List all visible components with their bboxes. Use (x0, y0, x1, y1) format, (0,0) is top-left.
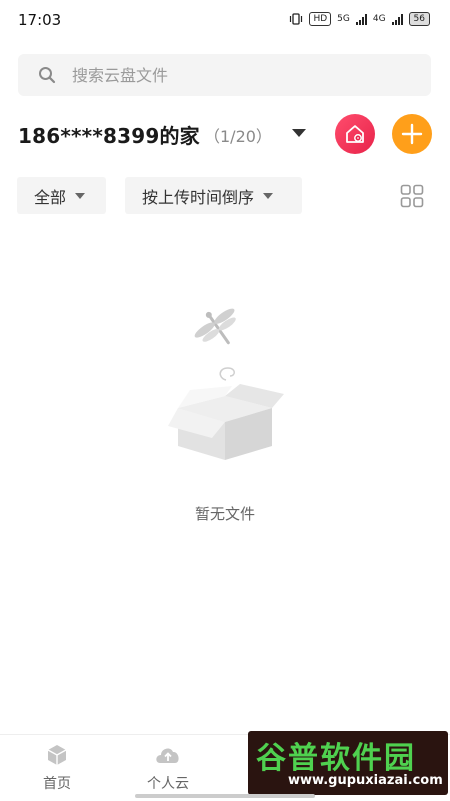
sort-dropdown[interactable]: 按上传时间倒序 (125, 177, 302, 214)
sort-label: 按上传时间倒序 (142, 187, 255, 207)
signal-icon (355, 13, 367, 25)
watermark-url: www.gupuxiazai.com (288, 773, 443, 788)
status-time: 17:03 (18, 11, 62, 29)
cloud-upload-icon (156, 748, 179, 763)
add-button[interactable] (392, 114, 432, 154)
nav-label-personal-cloud: 个人云 (147, 776, 189, 792)
empty-state-text: 暂无文件 (194, 505, 255, 523)
watermark-text: 谷普软件园 (256, 741, 416, 776)
cube-icon (47, 745, 67, 765)
signal-icon-2 (391, 13, 403, 25)
grid-view-icon[interactable] (400, 184, 424, 208)
status-icons: HD 5G 4G 56 (289, 12, 430, 26)
home-title[interactable]: 186****8399的家 (18, 120, 200, 149)
search-input[interactable] (72, 65, 372, 85)
battery-icon: 56 (408, 12, 430, 26)
chevron-down-icon[interactable] (292, 129, 306, 137)
plus-icon (401, 123, 423, 145)
filter-all-label: 全部 (34, 187, 67, 207)
nav-item-home[interactable]: 首页 (22, 743, 92, 793)
home-settings-button[interactable] (335, 114, 375, 154)
status-bar: 17:03 HD 5G 4G 56 (0, 0, 450, 42)
filter-all-dropdown[interactable]: 全部 (17, 177, 106, 214)
net-4g-label: 4G (372, 14, 386, 24)
dragonfly-icon (194, 308, 236, 345)
home-header: 186****8399的家 （1/20） (18, 114, 432, 154)
watermark: 谷普软件园 www.gupuxiazai.com (248, 731, 448, 795)
nav-label-home: 首页 (43, 776, 71, 792)
home-gear-icon (346, 125, 364, 143)
home-count: （1/20） (204, 127, 272, 146)
nav-item-personal-cloud[interactable]: 个人云 (133, 743, 203, 793)
search-bar[interactable] (18, 54, 431, 96)
vibrate-icon (290, 13, 303, 25)
caret-down-icon (75, 192, 86, 199)
caret-down-icon (263, 192, 274, 199)
home-indicator[interactable] (135, 794, 315, 798)
empty-box-illustration (168, 308, 284, 460)
search-icon (39, 67, 56, 84)
net-5g-label: 5G (337, 14, 350, 24)
hd-icon: HD (309, 12, 332, 26)
